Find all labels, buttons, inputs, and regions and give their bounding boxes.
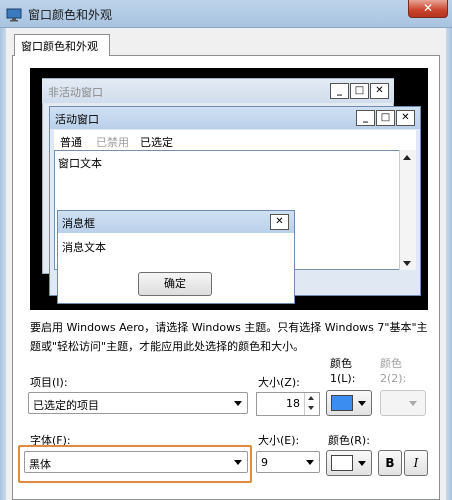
message-text: 消息文本 [62,241,106,254]
font-select[interactable]: 黑体 [24,451,248,473]
font-color-dropdown-icon [358,461,366,466]
message-box-close-icon[interactable]: ✕ [270,214,289,230]
ok-button[interactable]: 确定 [138,272,212,296]
menu-item-disabled[interactable]: 已禁用 [96,134,129,150]
aero-info-text: 要启用 Windows Aero，请选择 Windows 主题。只有选择 Win… [30,321,428,353]
scroll-down-icon[interactable] [403,261,411,266]
size-z-down-icon[interactable] [308,406,314,410]
inactive-minimize-icon[interactable]: _ [330,83,349,99]
bold-button[interactable]: B [378,450,402,476]
scroll-up-icon[interactable] [403,155,411,160]
size-z-label: 大小(Z): [258,376,300,389]
inactive-close-icon[interactable]: ✕ [370,83,389,99]
message-box-title: 消息框 [62,217,95,230]
window-title: 窗口颜色和外观 [28,8,113,22]
item-select-value: 已选定的项目 [33,399,99,412]
color1-dropdown-icon [358,401,366,406]
display-settings-icon [6,6,22,22]
window-text: 窗口文本 [58,157,102,170]
color2-label-line2: 2(2): [380,372,407,385]
size-z-value: 18 [286,397,300,410]
menu-item-selected[interactable]: 已选定 [140,134,173,150]
active-maximize-icon[interactable]: □ [376,110,395,126]
color2-dropdown-icon [409,401,417,406]
item-label: 项目(I): [30,376,68,389]
color2-label-line1: 颜色 [380,357,402,370]
font-dropdown-icon[interactable] [234,460,242,465]
window-frame-left [0,28,6,500]
close-button[interactable]: ✕ [408,0,448,18]
tab-window-color[interactable]: 窗口颜色和外观 [14,34,110,56]
item-dropdown-icon[interactable] [234,401,242,406]
color1-label-line1: 颜色 [330,357,352,370]
inactive-window-title: 非活动窗口 [48,86,103,99]
item-select[interactable]: 已选定的项目 [28,392,248,414]
color2-button[interactable] [380,390,426,416]
size-z-up-icon[interactable] [308,396,314,400]
size-e-label: 大小(E): [258,434,300,447]
color-r-label: 颜色(R): [328,434,370,447]
font-color-swatch [331,455,353,471]
window-frame-right [446,28,452,500]
size-e-dropdown-icon[interactable] [306,460,314,465]
active-minimize-icon[interactable]: _ [356,110,375,126]
preview-scrollbar[interactable] [399,150,416,270]
italic-button[interactable]: I [404,450,428,476]
menu-item-normal[interactable]: 普通 [60,134,82,150]
font-select-value: 黑体 [29,458,51,471]
inactive-maximize-icon[interactable]: □ [350,83,369,99]
color1-label-line2: 1(L): [330,372,356,385]
active-close-icon[interactable]: ✕ [396,110,415,126]
color1-swatch [331,395,353,411]
active-window-title: 活动窗口 [55,113,99,126]
